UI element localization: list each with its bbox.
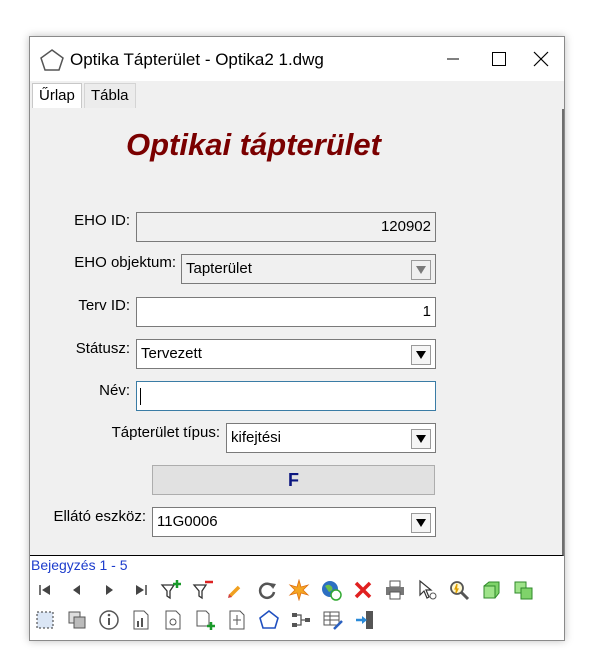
select-pointer-icon[interactable] [414, 577, 440, 603]
eho-objektum-label: EHO objektum: [74, 254, 176, 271]
document-tree-icon[interactable] [224, 607, 250, 633]
chevron-down-icon [416, 266, 426, 274]
tapterulet-tipus-dropdown[interactable]: kifejtési [226, 423, 436, 453]
tab-urlap[interactable]: Űrlap [32, 83, 82, 108]
maximize-button[interactable] [476, 37, 522, 81]
highlight-star-icon[interactable] [286, 577, 312, 603]
exit-icon[interactable] [352, 607, 378, 633]
ellato-eszkoz-value: 11G0006 [157, 513, 218, 530]
chevron-down-icon [416, 519, 426, 527]
chevron-down-icon [416, 435, 426, 443]
eho-objektum-dropdown-button [411, 260, 431, 280]
statusz-dropdown[interactable]: Tervezett [136, 339, 436, 369]
statusz-value: Tervezett [141, 345, 202, 362]
zoom-icon[interactable] [446, 577, 472, 603]
green-cube-icon[interactable] [478, 577, 504, 603]
tapterulet-tipus-value: kifejtési [231, 429, 282, 446]
close-icon [533, 51, 549, 67]
edit-pencil-icon[interactable] [222, 577, 248, 603]
ellato-eszkoz-label: Ellátó eszköz: [53, 508, 146, 525]
terv-id-value: 1 [422, 303, 431, 320]
nev-label: Név: [99, 382, 130, 399]
maximize-icon [492, 52, 506, 66]
connection-icon[interactable] [288, 607, 314, 633]
eho-id-field: 120902 [136, 212, 436, 242]
close-button[interactable] [518, 37, 564, 81]
eho-id-value: 120902 [380, 218, 431, 235]
f-button[interactable]: F [152, 465, 435, 495]
globe-refresh-icon[interactable] [318, 577, 344, 603]
ellato-eszkoz-dropdown[interactable]: 11G0006 [152, 507, 436, 537]
pentagon-icon[interactable] [256, 607, 282, 633]
document-icon[interactable] [160, 607, 186, 633]
tab-tabla[interactable]: Tábla [84, 83, 136, 108]
form-panel: Optikai tápterület EHO ID: 120902 EHO ob… [30, 109, 564, 556]
tab-strip: Űrlap Tábla [30, 81, 564, 109]
eho-objektum-dropdown: Tapterület [181, 254, 436, 284]
terv-id-field[interactable]: 1 [136, 297, 436, 327]
tapterulet-tipus-dropdown-button[interactable] [411, 429, 431, 449]
form-title: Optikai tápterület [126, 127, 381, 162]
statusz-dropdown-button[interactable] [411, 345, 431, 365]
eho-objektum-value: Tapterület [186, 260, 252, 277]
chevron-down-icon [416, 351, 426, 359]
window-title: Optika Tápterület - Optika2 1.dwg [70, 50, 324, 69]
add-filter-icon[interactable] [158, 577, 184, 603]
statusz-label: Státusz: [75, 340, 130, 357]
app-pentagon-icon [40, 49, 64, 71]
info-icon[interactable] [96, 607, 122, 633]
copy-shapes-icon[interactable] [64, 607, 90, 633]
terv-id-label: Terv ID: [78, 297, 130, 314]
dashed-select-icon[interactable] [32, 607, 58, 633]
print-icon[interactable] [382, 577, 408, 603]
delete-icon[interactable] [350, 577, 376, 603]
title-bar: Optika Tápterület - Optika2 1.dwg [30, 37, 564, 81]
minimize-button[interactable] [430, 37, 476, 81]
minimize-icon [447, 58, 459, 60]
add-document-icon[interactable] [192, 607, 218, 633]
next-record-icon[interactable] [96, 577, 122, 603]
application-window: Optika Tápterület - Optika2 1.dwg Űrlap … [29, 36, 565, 641]
chart-document-icon[interactable] [128, 607, 154, 633]
previous-record-icon[interactable] [64, 577, 90, 603]
tapterulet-tipus-label: Tápterület típus: [111, 424, 220, 441]
text-caret [140, 388, 141, 405]
nev-input[interactable] [136, 381, 436, 411]
remove-filter-icon[interactable] [190, 577, 216, 603]
eho-id-label: EHO ID: [74, 212, 130, 229]
refresh-icon[interactable] [254, 577, 280, 603]
table-edit-icon[interactable] [320, 607, 346, 633]
record-status: Bejegyzés 1 - 5 [31, 557, 128, 573]
green-cubes-icon[interactable] [510, 577, 536, 603]
ellato-eszkoz-dropdown-button[interactable] [411, 513, 431, 533]
last-record-icon[interactable] [128, 577, 154, 603]
first-record-icon[interactable] [32, 577, 58, 603]
